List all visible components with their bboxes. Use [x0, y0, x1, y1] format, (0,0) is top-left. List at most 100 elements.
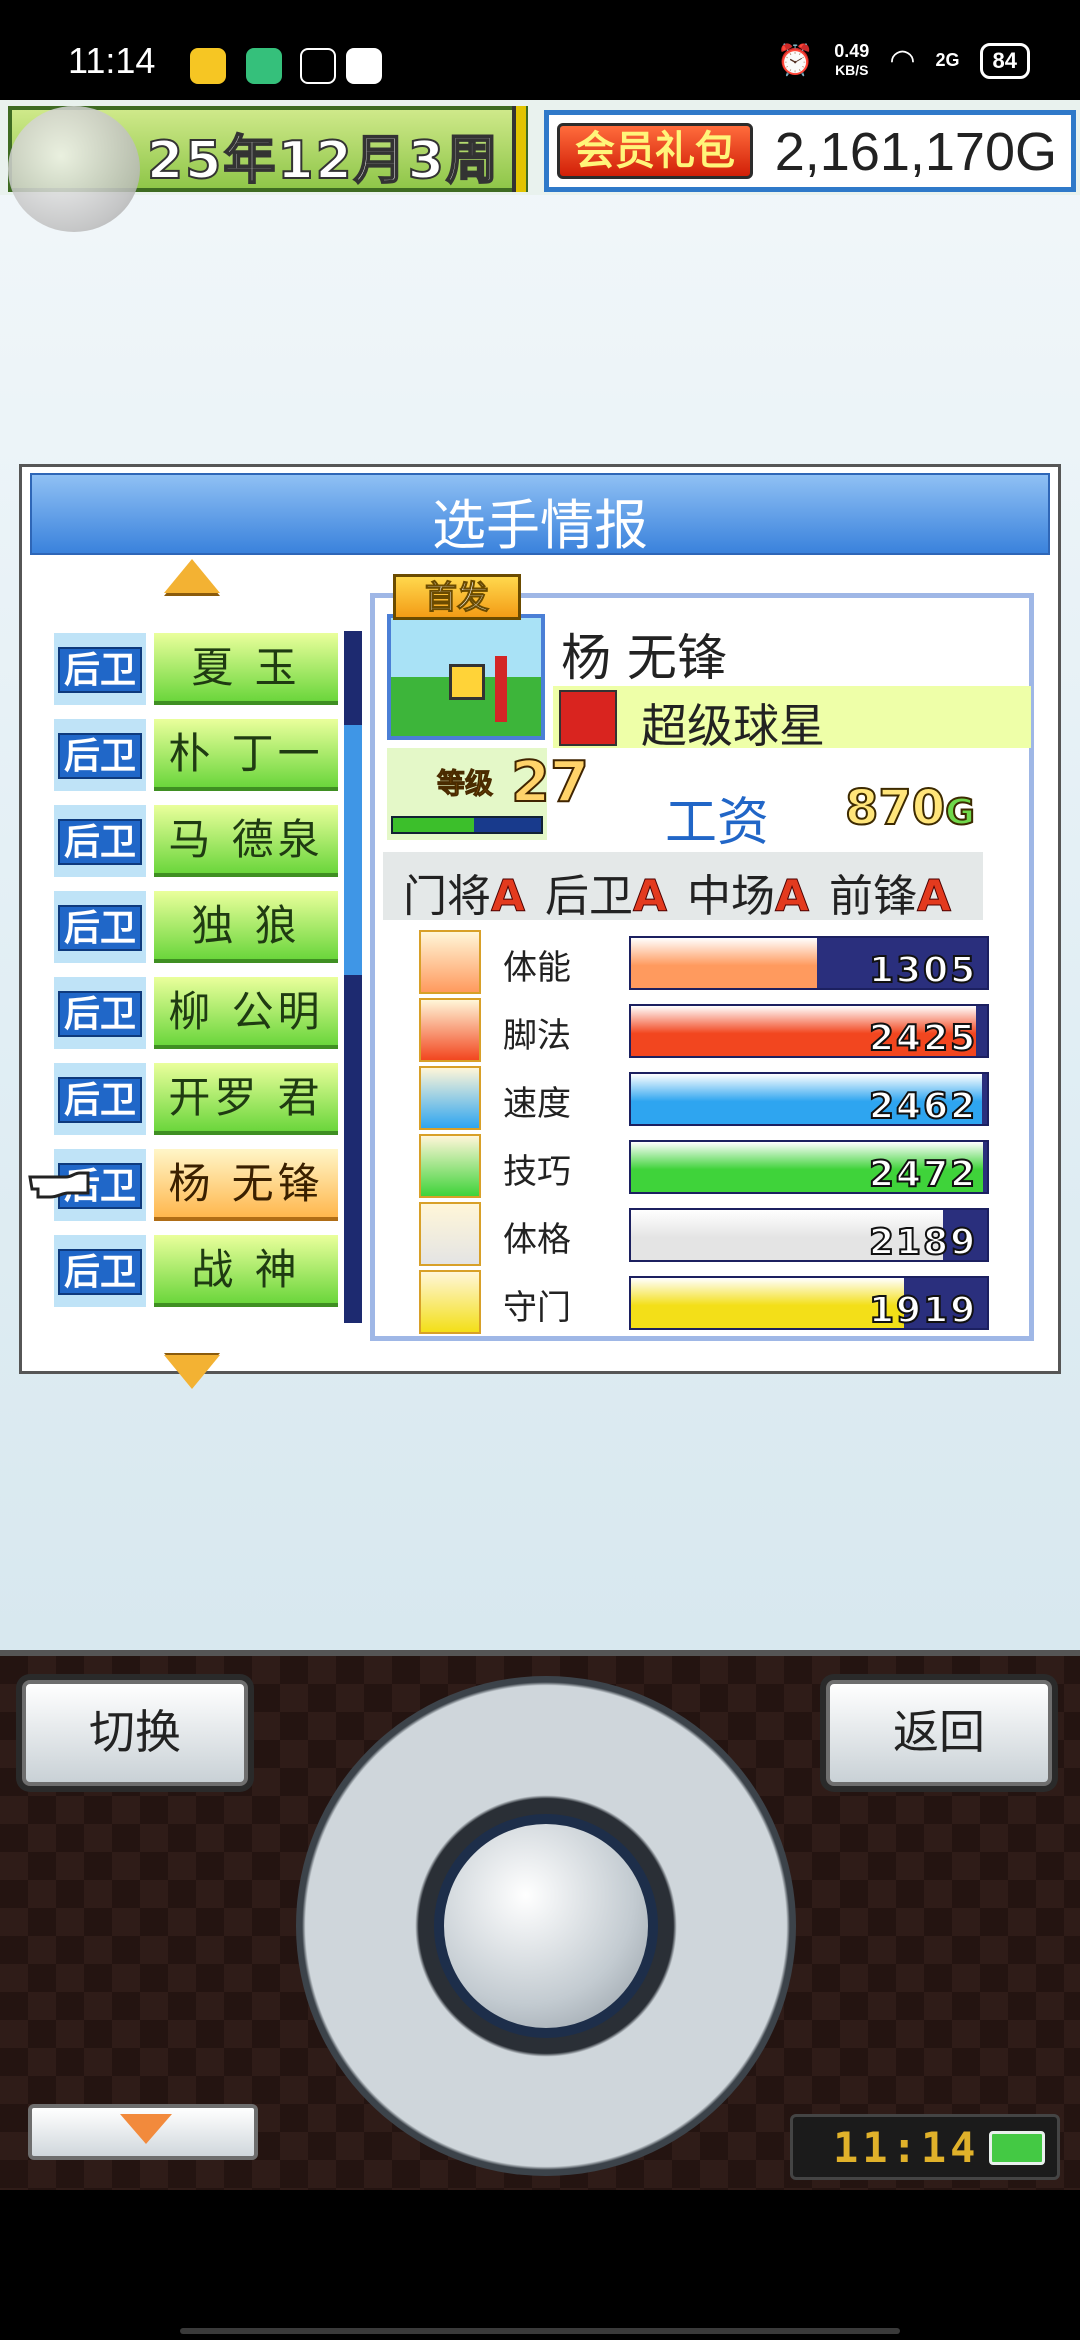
stat-name: 体格 — [503, 1220, 571, 1260]
dpad-center-button[interactable] — [434, 1814, 658, 2038]
player-name-tag: 柳 公明 — [154, 977, 338, 1049]
position-tag: 后卫 — [54, 977, 146, 1049]
clock-time: 11:14 — [833, 2123, 980, 2172]
roster-item[interactable]: 后卫 柳 公明 — [54, 975, 360, 1055]
level-label: 等级 — [436, 767, 494, 801]
roster-item[interactable]: 后卫 夏 玉 — [54, 631, 360, 711]
position-rating: 中场A — [687, 871, 810, 923]
player-name-tag: 战 神 — [154, 1235, 338, 1307]
condition-bar — [495, 656, 507, 722]
stat-name: 体能 — [503, 948, 571, 988]
salary-value: 870G — [844, 779, 976, 837]
status-indicators: ⏰ 0.49 KB/S ◠ 2G 84 — [777, 42, 1030, 79]
stat-row: 体格 2189 — [403, 1202, 1023, 1266]
scroll-up-arrow-icon[interactable] — [164, 559, 220, 593]
roster-item[interactable]: 后卫 开罗 君 — [54, 1061, 360, 1141]
scrollbar-thumb[interactable] — [344, 725, 362, 975]
level-box: 等级 27 — [387, 748, 590, 840]
roster-item[interactable]: 后卫 朴 丁一 — [54, 717, 360, 797]
roster-list: 后卫 夏 玉 后卫 朴 丁一 后卫 马 德泉 后卫 独 狼 后卫 柳 公明 后卫… — [54, 631, 360, 1323]
roster-item-selected[interactable]: 后卫 杨 无锋 — [54, 1147, 360, 1227]
gold-amount: 2,161,170G — [774, 122, 1057, 182]
stat-name: 守门 — [503, 1288, 571, 1328]
dribble-icon — [419, 1134, 481, 1198]
stat-value: 2472 — [868, 1153, 978, 1196]
stat-value: 2462 — [868, 1085, 978, 1128]
stat-name: 脚法 — [503, 1016, 571, 1056]
muscle-icon — [419, 1202, 481, 1266]
player-name-tag: 朴 丁一 — [154, 719, 338, 791]
player-title-row: 超级球星 — [553, 686, 1031, 753]
alarm-icon: ⏰ — [776, 44, 815, 77]
panel-title: 选手情报 — [432, 494, 648, 557]
switch-button[interactable]: 切换 — [22, 1680, 248, 1786]
scroll-down-arrow-icon[interactable] — [164, 1355, 220, 1389]
game-date: 25年12月3周 — [146, 130, 500, 192]
stat-list: 体能 1305 脚法 2425 速度 2462 技巧 2472 体格 2189 守门 1919 — [403, 930, 1023, 1336]
starter-badge: 首发 — [393, 574, 521, 620]
player-name-tag: 杨 无锋 — [154, 1149, 338, 1221]
status-bar: 11:14 ⏰ 0.49 KB/S ◠ 2G 84 — [0, 0, 1080, 100]
player-name-tag: 独 狼 — [154, 891, 338, 963]
stat-row: 脚法 2425 — [403, 998, 1023, 1062]
player-name-tag: 开罗 君 — [154, 1063, 338, 1135]
network-speed: 0.49 KB/S — [834, 42, 869, 79]
player-info-panel: 选手情报 后卫 夏 玉 后卫 朴 丁一 后卫 马 德泉 后卫 独 狼 后卫 柳 — [19, 464, 1061, 1389]
player-sprite-icon — [449, 664, 485, 700]
vip-gift-button[interactable]: 会员礼包 — [557, 123, 753, 179]
stat-bar-fill — [631, 1278, 905, 1328]
battery-icon — [419, 930, 481, 994]
stat-value: 2189 — [868, 1221, 978, 1264]
dpad[interactable] — [296, 1676, 796, 2176]
player-sprite-field — [387, 614, 545, 740]
system-nav-bar — [0, 2190, 1080, 2340]
network-speed-value: 0.49 — [834, 41, 870, 61]
superstar-icon — [559, 690, 617, 746]
position-rating: 后卫A — [545, 871, 668, 923]
virtual-controller: 切换 返回 11:14 — [0, 1650, 1080, 2190]
roster-scrollbar[interactable] — [344, 631, 362, 1323]
level-value: 27 — [510, 749, 590, 816]
position-tag: 后卫 — [54, 719, 146, 791]
stat-row: 守门 1919 — [403, 1270, 1023, 1334]
exp-fill — [393, 818, 475, 832]
signal-label: 2G — [935, 50, 960, 70]
stat-name: 技巧 — [503, 1152, 571, 1192]
position-ratings: 门将A 后卫A 中场A 前锋A — [383, 852, 983, 923]
roster-item[interactable]: 后卫 战 神 — [54, 1233, 360, 1313]
boot-icon — [419, 998, 481, 1062]
position-tag: 后卫 — [54, 805, 146, 877]
battery-icon — [989, 2131, 1045, 2165]
stat-value: 1919 — [868, 1289, 978, 1332]
network-speed-unit: KB/S — [835, 62, 869, 78]
menu-down-button[interactable] — [28, 2104, 258, 2160]
top-bar: 25年12月3周 会员礼包 2,161,170G — [0, 100, 1080, 232]
player-name: 杨 无锋 — [561, 629, 727, 687]
runner-icon — [419, 1066, 481, 1130]
status-time: 11:14 — [68, 40, 156, 81]
position-tag: 后卫 — [54, 1063, 146, 1135]
calendar-app-icon — [246, 48, 282, 84]
position-rating: 前锋A — [829, 871, 952, 923]
position-tag: 后卫 — [54, 633, 146, 705]
down-arrow-icon — [120, 2114, 172, 2144]
position-tag: 后卫 — [54, 891, 146, 963]
notes-app-icon — [190, 48, 226, 84]
exp-bar — [391, 816, 543, 834]
floating-assistant-button[interactable] — [8, 106, 140, 232]
stat-row: 体能 1305 — [403, 930, 1023, 994]
wifi-icon: ◠ — [889, 44, 916, 77]
roster-item[interactable]: 后卫 马 德泉 — [54, 803, 360, 883]
panel-header: 选手情报 — [30, 473, 1050, 557]
back-button[interactable]: 返回 — [826, 1680, 1052, 1786]
stat-row: 技巧 2472 — [403, 1134, 1023, 1198]
stat-name: 速度 — [503, 1084, 571, 1124]
divider — [512, 106, 526, 192]
game-clock: 11:14 — [790, 2114, 1060, 2180]
layers-app-icon — [300, 48, 336, 84]
roster-item[interactable]: 后卫 独 狼 — [54, 889, 360, 969]
stat-bar-fill — [631, 938, 817, 988]
battery-indicator: 84 — [979, 42, 1030, 79]
stat-row: 速度 2462 — [403, 1066, 1023, 1130]
home-indicator[interactable] — [180, 2328, 900, 2334]
